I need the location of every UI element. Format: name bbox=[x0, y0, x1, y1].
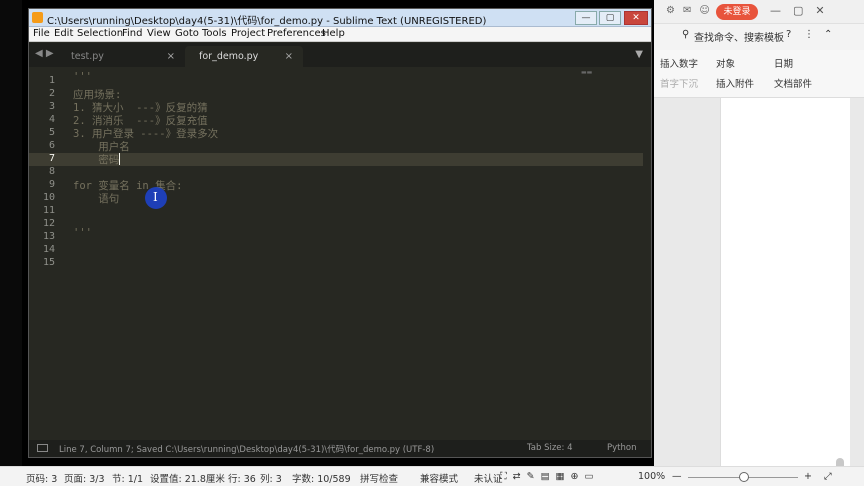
line-number: 11 bbox=[42, 205, 55, 216]
window-title: C:\Users\running\Desktop\day4(5-31)\代码\f… bbox=[47, 16, 487, 27]
status-page-code: 页码: 3 bbox=[26, 474, 58, 485]
menubar: File Edit Selection Find View Goto Tools… bbox=[29, 27, 651, 42]
tab-close-icon[interactable]: × bbox=[285, 46, 293, 67]
menu-selection[interactable]: Selection bbox=[77, 28, 123, 39]
line-number: 10 bbox=[42, 192, 55, 203]
wps-search-label: 查找命令、搜索模板 bbox=[694, 33, 784, 44]
wps-page[interactable] bbox=[720, 98, 850, 466]
panel-toggle-icon[interactable] bbox=[37, 444, 48, 452]
wps-login-button[interactable]: 未登录 bbox=[716, 4, 758, 20]
zoom-slider-thumb[interactable] bbox=[739, 472, 749, 482]
wps-toolbar-icons[interactable]: ⚙✉☺ bbox=[666, 5, 718, 16]
status-col: 列: 3 bbox=[260, 474, 282, 485]
line-number: 2 bbox=[48, 88, 55, 99]
line-number: 3 bbox=[48, 101, 55, 112]
compat-mode: 兼容模式 bbox=[420, 474, 459, 485]
sublime-statusbar: Line 7, Column 7; Saved C:\Users\running… bbox=[29, 440, 651, 457]
tabbar: ◀ ▶ test.py × for_demo.py × ▼ bbox=[29, 43, 651, 67]
code-line: ''' bbox=[73, 71, 92, 83]
ribbon-first-indent[interactable]: 首字下沉 bbox=[660, 76, 698, 90]
line-number: 6 bbox=[48, 140, 55, 151]
desktop-edge bbox=[0, 0, 22, 486]
wps-document-area bbox=[654, 98, 864, 486]
menu-project[interactable]: Project bbox=[231, 28, 265, 39]
wps-search-bar[interactable]: ⚲ 查找命令、搜索模板 ? ⋮ ⌃ bbox=[654, 26, 864, 46]
tab-label: test.py bbox=[71, 51, 104, 62]
menu-view[interactable]: View bbox=[147, 28, 171, 39]
line-number: 5 bbox=[48, 127, 55, 138]
status-row: 行: 36 bbox=[228, 474, 256, 485]
vertical-scrollbar[interactable] bbox=[643, 67, 651, 440]
ibeam-cursor-icon: I bbox=[153, 190, 158, 204]
ribbon-object[interactable]: 对象 bbox=[716, 56, 735, 70]
tab-nav-arrows-icon[interactable]: ◀ ▶ bbox=[35, 48, 54, 59]
code-line: 语句 bbox=[73, 193, 120, 205]
status-page: 页面: 3/3 bbox=[64, 474, 105, 485]
code-line: 密码 bbox=[73, 154, 120, 166]
ribbon-insert-number[interactable]: 插入数字 bbox=[660, 56, 698, 70]
unauth-label[interactable]: 未认证 bbox=[474, 471, 503, 485]
line-number: 13 bbox=[42, 231, 55, 242]
close-button[interactable]: ✕ bbox=[624, 11, 648, 25]
line-number: 14 bbox=[42, 244, 55, 255]
sublime-window: C:\Users\running\Desktop\day4(5-31)\代码\f… bbox=[28, 8, 652, 458]
status-text: Line 7, Column 7; Saved C:\Users\running… bbox=[59, 445, 435, 455]
menu-tools[interactable]: Tools bbox=[202, 28, 227, 39]
menu-preferences[interactable]: Preferences bbox=[267, 28, 326, 39]
wps-window: ⚙✉☺ 未登录 —▢✕ ⚲ 查找命令、搜索模板 ? ⋮ ⌃ 插入数字 对象 日期… bbox=[654, 0, 864, 486]
collapse-icon[interactable]: ⌃ bbox=[824, 29, 832, 40]
wps-window-controls[interactable]: —▢✕ bbox=[770, 4, 837, 17]
syntax-indicator[interactable]: Python bbox=[607, 443, 636, 453]
wps-statusbar: 页码: 3 页面: 3/3 节: 1/1 设置值: 21.8厘米 行: 36 列… bbox=[0, 466, 864, 486]
line-number: 4 bbox=[48, 114, 55, 125]
zoom-out-button[interactable]: — bbox=[672, 471, 682, 482]
minimap-content-icon: ▬▬ bbox=[581, 69, 593, 76]
more-icon[interactable]: ⋮ bbox=[804, 29, 814, 40]
tab-dropdown-icon[interactable]: ▼ bbox=[635, 49, 643, 60]
search-icon: ⚲ bbox=[682, 29, 690, 40]
tab-label: for_demo.py bbox=[199, 51, 259, 62]
maximize-button[interactable]: ▢ bbox=[599, 11, 621, 25]
minimize-button[interactable]: — bbox=[575, 11, 597, 25]
tab-test-py[interactable]: test.py × bbox=[57, 46, 185, 67]
menu-file[interactable]: File bbox=[33, 28, 50, 39]
code-editor[interactable]: 1 2 3 4 5 6 7 8 9 10 11 12 13 14 15 ''' … bbox=[29, 67, 651, 440]
sublime-app-icon bbox=[32, 12, 43, 23]
tab-size-indicator[interactable]: Tab Size: 4 bbox=[527, 443, 573, 453]
tab-close-icon[interactable]: × bbox=[167, 46, 175, 67]
wps-titlebar: ⚙✉☺ 未登录 —▢✕ bbox=[654, 0, 864, 24]
code-line: ''' bbox=[73, 227, 92, 239]
fullscreen-icon[interactable]: ⤢ bbox=[824, 471, 832, 482]
ribbon-date[interactable]: 日期 bbox=[774, 56, 793, 70]
line-number: 15 bbox=[42, 257, 55, 268]
line-number: 9 bbox=[48, 179, 55, 190]
help-icon[interactable]: ? bbox=[786, 29, 791, 40]
line-gutter: 1 2 3 4 5 6 7 8 9 10 11 12 13 14 15 bbox=[29, 67, 61, 440]
screen: ⚙✉☺ 未登录 —▢✕ ⚲ 查找命令、搜索模板 ? ⋮ ⌃ 插入数字 对象 日期… bbox=[0, 0, 864, 486]
ribbon-doc-parts[interactable]: 文档部件 bbox=[774, 76, 812, 90]
zoom-level[interactable]: 100% bbox=[638, 471, 665, 482]
menu-edit[interactable]: Edit bbox=[54, 28, 73, 39]
wps-ribbon: 插入数字 对象 日期 首字下沉 插入附件 文档部件 bbox=[654, 50, 864, 98]
tab-for-demo-py[interactable]: for_demo.py × bbox=[185, 46, 303, 67]
text-cursor bbox=[119, 153, 120, 165]
status-setting: 设置值: 21.8厘米 bbox=[150, 474, 225, 485]
current-line-highlight bbox=[29, 153, 651, 166]
ribbon-insert-attachment[interactable]: 插入附件 bbox=[716, 76, 754, 90]
line-number: 7 bbox=[48, 153, 55, 164]
line-number: 1 bbox=[48, 75, 55, 86]
menu-goto[interactable]: Goto bbox=[175, 28, 199, 39]
menu-help[interactable]: Help bbox=[322, 28, 345, 39]
spell-check-button[interactable]: 拼写检查 bbox=[360, 471, 398, 485]
view-mode-icons[interactable]: ⛶⇄✎▤▦⊕▭ bbox=[500, 471, 599, 482]
line-number: 8 bbox=[48, 166, 55, 177]
status-section: 节: 1/1 bbox=[112, 474, 144, 485]
status-words: 字数: 10/589 bbox=[292, 474, 351, 485]
menu-find[interactable]: Find bbox=[122, 28, 143, 39]
minimap[interactable]: ▬▬ bbox=[575, 67, 643, 440]
line-number: 12 bbox=[42, 218, 55, 229]
zoom-in-button[interactable]: + bbox=[804, 471, 812, 482]
titlebar: C:\Users\running\Desktop\day4(5-31)\代码\f… bbox=[29, 9, 651, 27]
